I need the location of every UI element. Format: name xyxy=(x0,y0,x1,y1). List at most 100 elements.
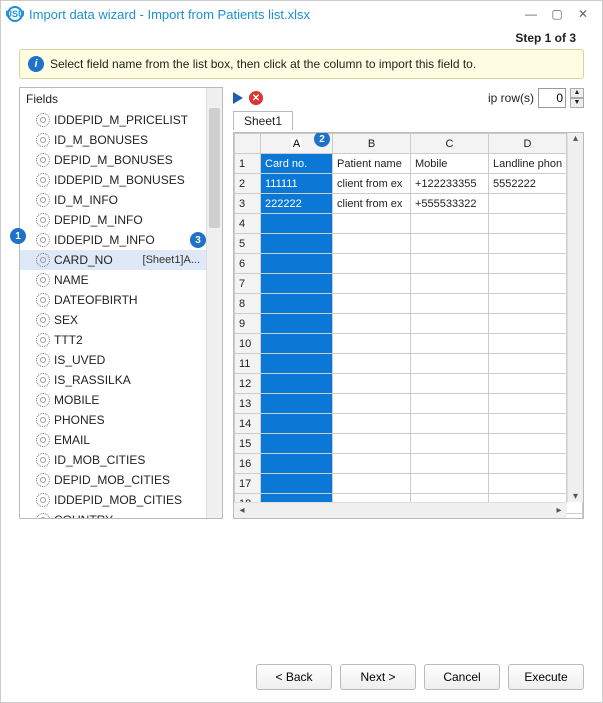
field-item[interactable]: IS_UVED xyxy=(20,350,206,370)
maximize-button[interactable]: ▢ xyxy=(544,4,570,24)
row-header[interactable]: 13 xyxy=(235,394,261,414)
grid-cell[interactable] xyxy=(261,434,333,454)
field-item[interactable]: ID_M_INFO xyxy=(20,190,206,210)
grid-cell[interactable] xyxy=(489,214,567,234)
grid-cell[interactable] xyxy=(333,454,411,474)
grid-cell[interactable] xyxy=(411,474,489,494)
grid-cell[interactable] xyxy=(489,314,567,334)
grid-cell[interactable] xyxy=(333,314,411,334)
grid-cell[interactable]: +555533322 xyxy=(411,194,489,214)
cancel-button[interactable]: Cancel xyxy=(424,664,500,690)
grid-cell[interactable] xyxy=(411,274,489,294)
row-header[interactable]: 3 xyxy=(235,194,261,214)
row-header[interactable]: 6 xyxy=(235,254,261,274)
grid-cell[interactable] xyxy=(489,354,567,374)
grid-cell[interactable] xyxy=(261,474,333,494)
grid-cell[interactable] xyxy=(411,374,489,394)
grid-cell[interactable] xyxy=(261,234,333,254)
grid-horizontal-scrollbar[interactable]: ◂▸ xyxy=(234,502,567,518)
grid-cell[interactable] xyxy=(261,454,333,474)
grid-cell[interactable] xyxy=(261,274,333,294)
grid-cell[interactable] xyxy=(489,434,567,454)
grid-cell[interactable] xyxy=(261,394,333,414)
grid-cell[interactable] xyxy=(411,394,489,414)
grid-cell[interactable]: Mobile xyxy=(411,154,489,174)
grid-cell[interactable] xyxy=(333,234,411,254)
field-item[interactable]: PHONES xyxy=(20,410,206,430)
field-item[interactable]: ID_MOB_CITIES xyxy=(20,450,206,470)
grid-cell[interactable] xyxy=(333,334,411,354)
grid-cell[interactable]: +122233355 xyxy=(411,174,489,194)
grid-cell[interactable] xyxy=(333,214,411,234)
close-button[interactable]: ✕ xyxy=(570,4,596,24)
grid-cell[interactable] xyxy=(261,374,333,394)
row-header[interactable]: 10 xyxy=(235,334,261,354)
grid-cell[interactable] xyxy=(261,414,333,434)
row-header[interactable]: 8 xyxy=(235,294,261,314)
field-item[interactable]: IDDEPID_M_BONUSES xyxy=(20,170,206,190)
sheet-tab[interactable]: Sheet1 xyxy=(233,111,293,130)
skip-spin-down[interactable]: ▼ xyxy=(570,98,584,108)
skip-rows-input[interactable] xyxy=(538,88,566,108)
grid-cell[interactable] xyxy=(411,254,489,274)
field-item[interactable]: MOBILE xyxy=(20,390,206,410)
grid-cell[interactable] xyxy=(489,274,567,294)
field-item[interactable]: TTT2 xyxy=(20,330,206,350)
grid-cell[interactable] xyxy=(411,314,489,334)
grid-cell[interactable]: 5552222 xyxy=(489,174,567,194)
grid-cell[interactable] xyxy=(333,374,411,394)
grid-cell[interactable] xyxy=(489,234,567,254)
grid-cell[interactable] xyxy=(411,434,489,454)
field-item[interactable]: SEX xyxy=(20,310,206,330)
grid-cell[interactable] xyxy=(489,414,567,434)
row-header[interactable]: 7 xyxy=(235,274,261,294)
grid-cell[interactable]: client from ex xyxy=(333,174,411,194)
grid-cell[interactable] xyxy=(261,334,333,354)
field-item[interactable]: DATEOFBIRTH xyxy=(20,290,206,310)
field-item[interactable]: IS_RASSILKA xyxy=(20,370,206,390)
grid-cell[interactable] xyxy=(333,414,411,434)
grid-cell[interactable] xyxy=(411,214,489,234)
grid-cell[interactable] xyxy=(333,474,411,494)
grid-cell[interactable] xyxy=(261,314,333,334)
grid-cell[interactable]: Patient name xyxy=(333,154,411,174)
execute-button[interactable]: Execute xyxy=(508,664,584,690)
grid-cell[interactable] xyxy=(411,354,489,374)
grid-cell[interactable]: Landline phon xyxy=(489,154,567,174)
grid-cell[interactable] xyxy=(489,454,567,474)
row-header[interactable]: 14 xyxy=(235,414,261,434)
field-item[interactable]: IDDEPID_M_INFO xyxy=(20,230,206,250)
fields-list[interactable]: 3 IDDEPID_M_PRICELISTID_M_BONUSESDEPID_M… xyxy=(20,110,222,518)
row-header[interactable]: 11 xyxy=(235,354,261,374)
grid-cell[interactable]: Card no. xyxy=(261,154,333,174)
row-header[interactable]: 9 xyxy=(235,314,261,334)
row-header[interactable]: 12 xyxy=(235,374,261,394)
grid-cell[interactable] xyxy=(489,474,567,494)
grid-cell[interactable]: 111111 xyxy=(261,174,333,194)
grid-cell[interactable] xyxy=(333,294,411,314)
grid-cell[interactable] xyxy=(489,394,567,414)
grid-cell[interactable] xyxy=(489,374,567,394)
grid-cell[interactable] xyxy=(333,394,411,414)
field-item[interactable]: IDDEPID_MOB_CITIES xyxy=(20,490,206,510)
data-grid[interactable]: 2 ABCD1Card no.Patient nameMobileLandlin… xyxy=(233,132,584,519)
column-header[interactable]: C xyxy=(411,134,489,154)
play-icon[interactable] xyxy=(233,92,243,104)
field-item[interactable]: NAME xyxy=(20,270,206,290)
row-header[interactable]: 5 xyxy=(235,234,261,254)
grid-cell[interactable] xyxy=(489,254,567,274)
back-button[interactable]: < Back xyxy=(256,664,332,690)
row-header[interactable]: 1 xyxy=(235,154,261,174)
grid-cell[interactable] xyxy=(411,454,489,474)
row-header[interactable]: 2 xyxy=(235,174,261,194)
grid-cell[interactable] xyxy=(489,294,567,314)
delete-icon[interactable]: ✕ xyxy=(249,91,263,105)
grid-vertical-scrollbar[interactable]: ▴▾ xyxy=(567,133,583,502)
grid-cell[interactable] xyxy=(411,294,489,314)
fields-scrollbar[interactable] xyxy=(206,88,222,518)
grid-cell[interactable] xyxy=(489,334,567,354)
field-item[interactable]: DEPID_M_BONUSES xyxy=(20,150,206,170)
row-header[interactable]: 17 xyxy=(235,474,261,494)
skip-spin-up[interactable]: ▲ xyxy=(570,88,584,98)
row-header[interactable]: 16 xyxy=(235,454,261,474)
